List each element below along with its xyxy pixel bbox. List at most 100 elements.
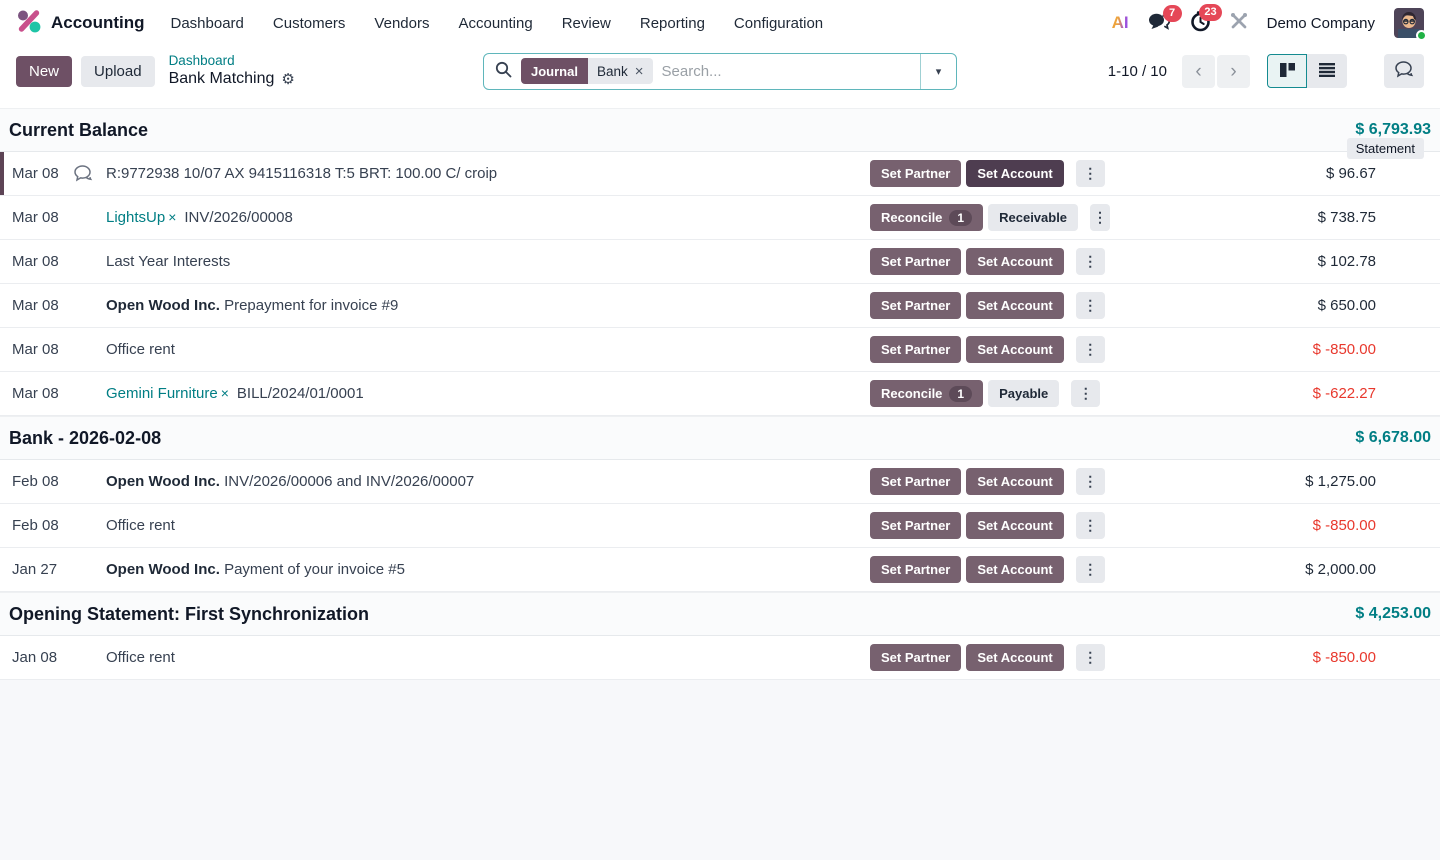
company-switcher[interactable]: Demo Company: [1267, 15, 1375, 32]
pager-previous-button[interactable]: ‹: [1182, 55, 1215, 88]
chat-bubble-icon: [1395, 61, 1414, 81]
statement-line-row[interactable]: Mar 08 Open Wood Inc. Prepayment for inv…: [0, 284, 1440, 328]
menu-customers[interactable]: Customers: [273, 15, 346, 32]
menu-configuration[interactable]: Configuration: [734, 15, 823, 32]
line-reference: INV/2026/00008: [184, 209, 292, 226]
new-button[interactable]: New: [16, 56, 72, 87]
messages-button[interactable]: 7: [1148, 12, 1171, 35]
facet-category: Journal: [521, 58, 588, 84]
set-partner-button[interactable]: Set Partner: [870, 644, 961, 671]
chatter-toggle-button[interactable]: [1384, 54, 1424, 88]
messages-count-badge: 7: [1163, 5, 1182, 22]
line-amount: $ -850.00: [1110, 341, 1440, 358]
menu-vendors[interactable]: Vendors: [374, 15, 429, 32]
set-partner-button[interactable]: Set Partner: [870, 336, 961, 363]
statement-line-row[interactable]: Feb 08 Office rent Set Partner Set Accou…: [0, 504, 1440, 548]
receivable-button[interactable]: Receivable: [988, 204, 1078, 231]
statement-line-row[interactable]: Jan 27 Open Wood Inc. Payment of your in…: [0, 548, 1440, 592]
set-partner-button[interactable]: Set Partner: [870, 556, 961, 583]
kebab-menu-button[interactable]: ⋮: [1076, 336, 1105, 363]
set-account-button[interactable]: Set Account: [966, 644, 1063, 671]
activities-button[interactable]: 23: [1190, 11, 1211, 36]
menu-dashboard[interactable]: Dashboard: [171, 15, 244, 32]
menu-accounting[interactable]: Accounting: [458, 15, 532, 32]
kebab-icon: ⋮: [1083, 253, 1097, 269]
facet-remove-icon[interactable]: ×: [635, 64, 644, 79]
line-partner: Open Wood Inc.: [106, 561, 220, 578]
statement-group-current-balance: Current Balance $ 6,793.93 Statement Mar…: [0, 108, 1440, 416]
set-partner-button[interactable]: Set Partner: [870, 292, 961, 319]
line-date: Feb 08: [0, 473, 106, 490]
online-status-dot: [1416, 30, 1427, 41]
list-view-button[interactable]: [1307, 54, 1347, 88]
statement-line-row[interactable]: Feb 08 Open Wood Inc. INV/2026/00006 and…: [0, 460, 1440, 504]
ai-button[interactable]: AI: [1112, 13, 1129, 33]
reconcile-count-badge: 1: [949, 386, 972, 402]
set-account-button[interactable]: Set Account: [966, 336, 1063, 363]
line-chatter-icon[interactable]: [74, 165, 93, 186]
line-date: Mar 08: [0, 297, 106, 314]
set-account-button[interactable]: Set Account: [966, 292, 1063, 319]
statement-line-row[interactable]: Mar 08 Last Year Interests Set Partner S…: [0, 240, 1440, 284]
set-partner-button[interactable]: Set Partner: [870, 468, 961, 495]
pager-next-button[interactable]: ›: [1217, 55, 1250, 88]
kanban-view-button[interactable]: [1267, 54, 1307, 88]
line-date: Mar 08: [0, 341, 106, 358]
line-memo: INV/2026/00006 and INV/2026/00007: [224, 473, 474, 490]
kebab-icon: ⋮: [1083, 473, 1097, 489]
activities-count-badge: 23: [1199, 4, 1221, 21]
statement-line-row[interactable]: Mar 08 LightsUp×INV/2026/00008 Reconcile…: [0, 196, 1440, 240]
set-account-button[interactable]: Set Account: [966, 512, 1063, 539]
upload-button[interactable]: Upload: [81, 56, 155, 87]
statement-line-row[interactable]: Mar 08 R:9772938 10/07 AX 9415116318 T:5…: [0, 152, 1440, 196]
line-label: Last Year Interests: [106, 253, 230, 270]
search-input[interactable]: [662, 63, 920, 80]
control-panel: New Upload Dashboard Bank Matching ⚙ Jou…: [0, 46, 1440, 96]
partner-tag-link[interactable]: Gemini Furniture: [106, 385, 218, 402]
line-date: Mar 08: [0, 253, 106, 270]
reconcile-button[interactable]: Reconcile1: [870, 204, 983, 231]
kebab-menu-button[interactable]: ⋮: [1076, 248, 1105, 275]
app-brand[interactable]: Accounting: [16, 8, 145, 38]
payable-button[interactable]: Payable: [988, 380, 1059, 407]
user-menu-button[interactable]: [1394, 8, 1424, 38]
kebab-menu-button[interactable]: ⋮: [1076, 160, 1105, 187]
kebab-menu-button[interactable]: ⋮: [1076, 556, 1105, 583]
line-amount: $ 650.00: [1110, 297, 1440, 314]
kebab-menu-button[interactable]: ⋮: [1090, 204, 1110, 231]
menu-review[interactable]: Review: [562, 15, 611, 32]
set-partner-button[interactable]: Set Partner: [870, 512, 961, 539]
set-partner-button[interactable]: Set Partner: [870, 248, 961, 275]
line-amount: $ -850.00: [1110, 649, 1440, 666]
kebab-icon: ⋮: [1083, 165, 1097, 181]
remove-partner-icon[interactable]: ×: [168, 209, 176, 225]
remove-partner-icon[interactable]: ×: [221, 385, 229, 401]
gear-icon[interactable]: ⚙: [281, 72, 294, 87]
partner-tag-link[interactable]: LightsUp: [106, 209, 165, 226]
set-account-button[interactable]: Set Account: [966, 556, 1063, 583]
set-account-button[interactable]: Set Account: [966, 160, 1063, 187]
statement-line-row[interactable]: Jan 08 Office rent Set Partner Set Accou…: [0, 636, 1440, 680]
line-amount: $ 1,275.00: [1110, 473, 1440, 490]
search-options-toggle[interactable]: ▾: [920, 54, 956, 89]
kebab-menu-button[interactable]: ⋮: [1076, 468, 1105, 495]
kebab-menu-button[interactable]: ⋮: [1076, 644, 1105, 671]
breadcrumb-dashboard-link[interactable]: Dashboard: [169, 53, 295, 70]
statement-group-header: Bank - 2026-02-08 $ 6,678.00: [0, 416, 1440, 460]
app-name: Accounting: [51, 13, 145, 33]
debug-tools-button[interactable]: [1230, 12, 1248, 34]
ai-icon: AI: [1112, 13, 1129, 33]
set-partner-button[interactable]: Set Partner: [870, 160, 961, 187]
set-account-button[interactable]: Set Account: [966, 248, 1063, 275]
menu-reporting[interactable]: Reporting: [640, 15, 705, 32]
kebab-icon: ⋮: [1083, 341, 1097, 357]
search-bar[interactable]: Journal Bank × ▾: [483, 53, 957, 90]
kebab-menu-button[interactable]: ⋮: [1076, 512, 1105, 539]
kebab-menu-button[interactable]: ⋮: [1071, 380, 1100, 407]
kebab-menu-button[interactable]: ⋮: [1076, 292, 1105, 319]
set-account-button[interactable]: Set Account: [966, 468, 1063, 495]
statement-title: Opening Statement: First Synchronization: [9, 604, 369, 625]
statement-line-row[interactable]: Mar 08 Gemini Furniture×BILL/2024/01/000…: [0, 372, 1440, 416]
reconcile-button[interactable]: Reconcile1: [870, 380, 983, 407]
statement-line-row[interactable]: Mar 08 Office rent Set Partner Set Accou…: [0, 328, 1440, 372]
